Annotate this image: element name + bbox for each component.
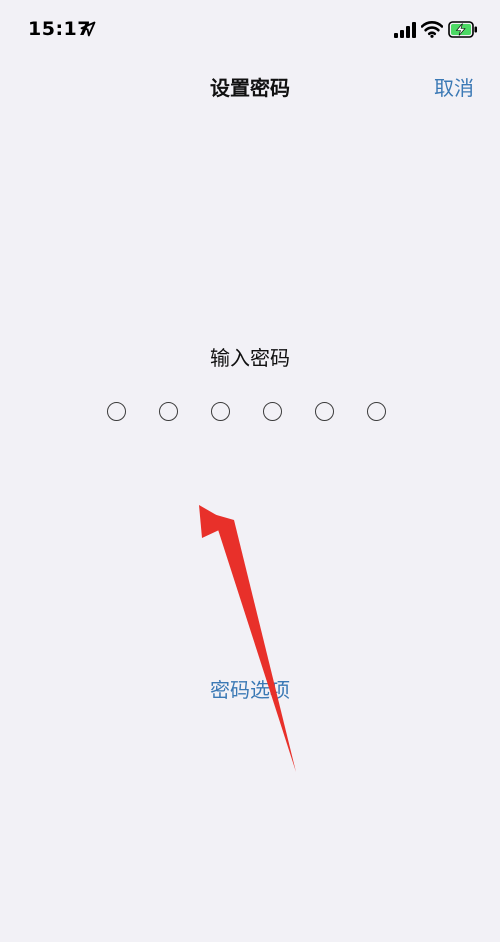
battery-charging-icon bbox=[448, 21, 477, 38]
nav-bar: 设置密码 取消 bbox=[0, 60, 500, 112]
passcode-dot bbox=[159, 402, 178, 421]
page-title: 设置密码 bbox=[210, 76, 290, 100]
cancel-button[interactable]: 取消 bbox=[434, 72, 474, 101]
red-arrow-annotation bbox=[199, 505, 296, 772]
passcode-dots[interactable] bbox=[107, 402, 393, 426]
passcode-options-button[interactable]: 密码选项 bbox=[0, 674, 500, 703]
arrow-shaft bbox=[213, 514, 296, 772]
passcode-dot bbox=[263, 402, 282, 421]
passcode-dot bbox=[211, 402, 230, 421]
passcode-dot bbox=[367, 402, 386, 421]
passcode-dot bbox=[315, 402, 334, 421]
cellular-signal-icon bbox=[394, 22, 416, 38]
status-bar: 15:17 bbox=[0, 0, 500, 60]
passcode-prompt: 输入密码 bbox=[210, 346, 290, 370]
arrow-head bbox=[199, 505, 232, 538]
wifi-icon bbox=[421, 21, 443, 38]
passcode-dot bbox=[107, 402, 126, 421]
location-arrow-icon bbox=[80, 21, 96, 37]
